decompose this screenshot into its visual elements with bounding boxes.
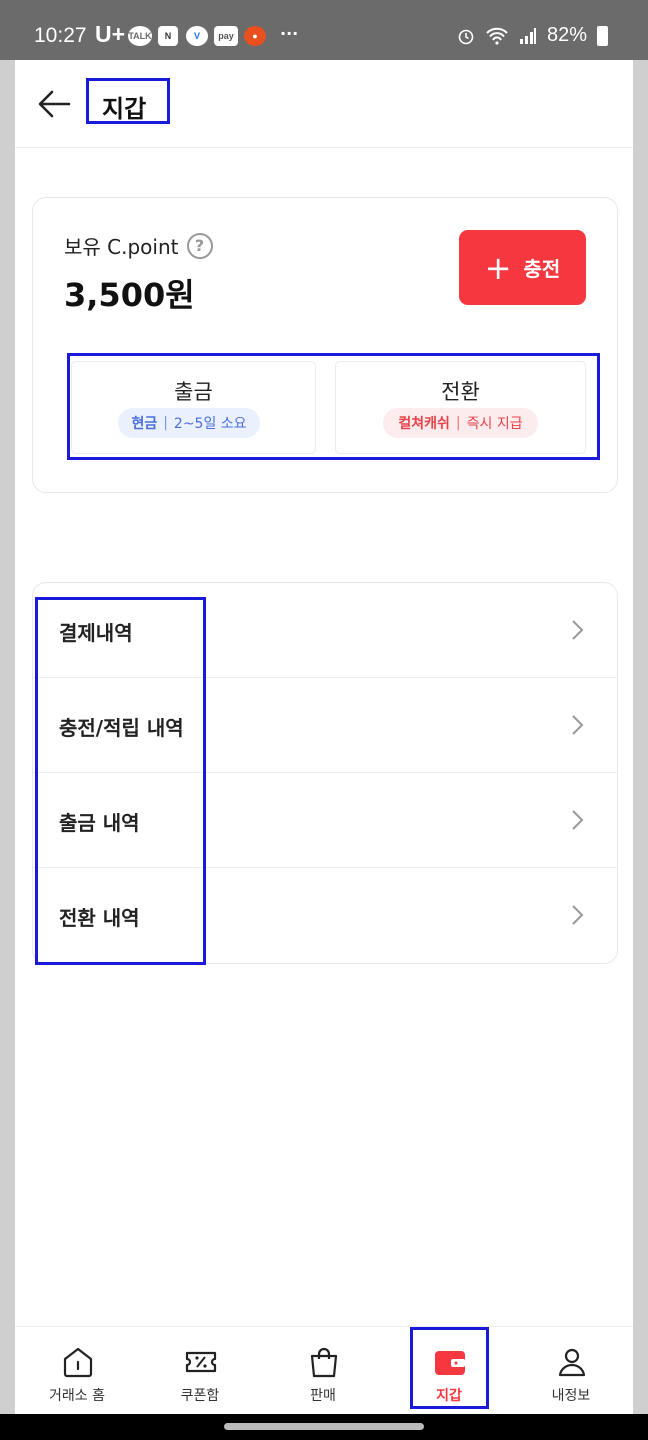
record-notification-icon: ● xyxy=(244,26,266,46)
menu-item-label: 결제내역 xyxy=(59,621,133,645)
tab-label: 거래소 홈 xyxy=(49,1388,105,1404)
help-icon[interactable]: ? xyxy=(186,232,213,259)
carrier-label: U+ xyxy=(95,21,126,47)
tab-wallet[interactable]: 지갑 xyxy=(399,1327,499,1415)
chevron-right-icon xyxy=(572,905,584,925)
charge-button-label: 충전 xyxy=(523,257,561,281)
pay-notification-icon: pay xyxy=(214,26,238,46)
menu-item-withdraw-history[interactable]: 출금 내역 xyxy=(33,773,617,868)
history-menu: 결제내역 충전/적립 내역 출금 내역 전환 내역 xyxy=(32,582,618,964)
battery-icon xyxy=(597,25,608,46)
tab-my-info[interactable]: 내정보 xyxy=(521,1327,621,1415)
tab-label: 내정보 xyxy=(551,1388,591,1404)
signal-icon xyxy=(519,27,536,44)
status-right: 82% xyxy=(457,24,608,47)
balance-label: 보유 C.point xyxy=(64,235,179,259)
alarm-icon xyxy=(458,29,474,44)
balance-label-row: 보유 C.point ? xyxy=(64,231,213,260)
menu-item-payment-history[interactable]: 결제내역 xyxy=(33,583,617,678)
tab-exchange-home[interactable]: 거래소 홈 xyxy=(27,1327,127,1415)
tab-sell[interactable]: 판매 xyxy=(273,1327,373,1415)
battery-percent: 82% xyxy=(546,24,587,46)
tab-label: 판매 xyxy=(310,1388,336,1404)
menu-item-label: 충전/적립 내역 xyxy=(59,716,184,740)
coupon-icon xyxy=(185,1351,217,1373)
system-navigation-bar xyxy=(0,1414,648,1440)
status-bar: 10:27 U+ TALK N V pay ● ··· 82% xyxy=(0,0,648,60)
page-title: 지갑 xyxy=(86,78,170,124)
tab-coupons[interactable]: 쿠폰함 xyxy=(150,1327,250,1415)
tab-label: 지갑 xyxy=(436,1388,462,1404)
actions-highlight-box xyxy=(67,353,600,460)
talk-notification-icon: TALK xyxy=(128,26,152,46)
home-icon xyxy=(63,1347,93,1378)
v-notification-icon: V xyxy=(186,26,208,46)
status-time: 10:27 xyxy=(34,24,87,47)
home-gesture-handle[interactable] xyxy=(224,1423,424,1430)
wifi-icon xyxy=(486,27,508,45)
balance-amount: 3,500원 xyxy=(64,276,195,314)
menu-item-label: 출금 내역 xyxy=(59,811,140,835)
tab-label: 쿠폰함 xyxy=(180,1388,220,1404)
shopping-bag-icon xyxy=(310,1347,338,1378)
chevron-right-icon xyxy=(572,810,584,830)
menu-item-label: 전환 내역 xyxy=(59,906,140,930)
chevron-right-icon xyxy=(572,715,584,735)
point-balance-card: 보유 C.point ? 3,500원 + 충전 출금 현금 | 2~5일 소요… xyxy=(32,197,618,493)
charge-button[interactable]: + 충전 xyxy=(459,230,586,305)
app-header: 지갑 xyxy=(15,60,633,148)
wallet-icon xyxy=(435,1351,465,1375)
more-notifications-icon: ··· xyxy=(280,24,299,43)
menu-item-convert-history[interactable]: 전환 내역 xyxy=(33,868,617,963)
menu-item-charge-history[interactable]: 충전/적립 내역 xyxy=(33,678,617,773)
user-icon xyxy=(558,1348,586,1377)
bottom-tab-bar: 거래소 홈 쿠폰함 판매 지갑 내정보 xyxy=(15,1326,633,1414)
plus-icon: + xyxy=(484,248,512,287)
arrow-left-icon[interactable] xyxy=(35,84,75,124)
chevron-right-icon xyxy=(572,620,584,640)
wallet-screen: 지갑 보유 C.point ? 3,500원 + 충전 출금 현금 | 2~5일… xyxy=(15,60,633,1414)
naver-notification-icon: N xyxy=(158,26,178,46)
